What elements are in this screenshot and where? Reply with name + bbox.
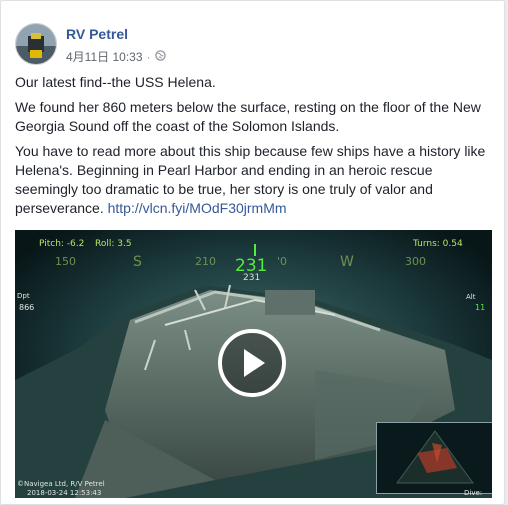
- post-timestamp[interactable]: 4月11日 10:33: [66, 48, 143, 65]
- roll-readout: Roll: 3.5: [95, 239, 132, 249]
- post-card: RV Petrel 4月11日 10:33 · Our latest find-…: [0, 0, 505, 505]
- play-icon: [244, 349, 265, 377]
- globe-icon[interactable]: [154, 49, 166, 64]
- post-header: RV Petrel 4月11日 10:33 ·: [15, 23, 166, 65]
- compass-label: 150: [55, 255, 76, 268]
- sonar-inset: [376, 422, 492, 494]
- post-paragraph: Our latest find--the USS Helena.: [15, 74, 216, 90]
- post-body: Our latest find--the USS Helena. We foun…: [15, 73, 493, 224]
- post-link[interactable]: http://vlcn.fyi/MOdF30jrmMm: [108, 200, 287, 216]
- compass-label: S: [133, 254, 142, 270]
- compass-label: 210: [195, 255, 216, 268]
- post-paragraph: We found her 860 meters below the surfac…: [15, 99, 481, 134]
- pitch-readout: Pitch: -6.2: [39, 239, 85, 249]
- watermark-copyright: ©Navigea Ltd, R/V Petrel: [17, 480, 105, 488]
- watermark-datetime: 2018-03-24 12:53:43: [27, 489, 102, 497]
- compass-label: 300: [405, 255, 426, 268]
- video-player[interactable]: Pitch: -6.2 Roll: 3.5 Turns: 0.54 150 S …: [15, 230, 492, 498]
- heading-marker: [254, 244, 256, 256]
- post-paragraph: You have to read more about this ship be…: [15, 142, 493, 218]
- turns-readout: Turns: 0.54: [413, 239, 463, 249]
- depth-label: Dpt: [17, 292, 30, 300]
- dive-number: Dive: 83: [464, 489, 483, 498]
- post-subline: 4月11日 10:33 ·: [66, 48, 166, 65]
- post-meta: RV Petrel 4月11日 10:33 ·: [66, 26, 166, 65]
- depth-value: 866: [19, 303, 35, 312]
- page-avatar[interactable]: [15, 23, 57, 65]
- page-name-link[interactable]: RV Petrel: [66, 26, 128, 42]
- altitude-label: Alt: [466, 293, 476, 301]
- compass-label: '0: [277, 255, 288, 268]
- altitude-value: 11: [475, 303, 486, 312]
- separator-dot: ·: [146, 49, 151, 64]
- play-button[interactable]: [218, 329, 286, 397]
- heading-readout-small: 231: [243, 273, 261, 283]
- compass-label: W: [340, 254, 354, 270]
- video-watermark: ©Navigea Ltd, R/V Petrel 2018-03-24 12:5…: [17, 480, 105, 498]
